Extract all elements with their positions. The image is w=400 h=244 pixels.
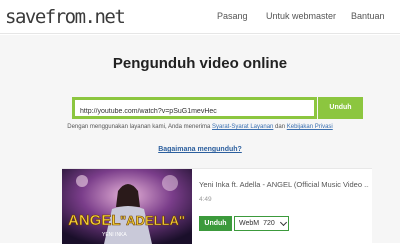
video-duration: 4:49	[199, 196, 212, 203]
logo-text: savefrom.net	[5, 6, 126, 28]
how-to-download-link[interactable]: Bagaimana mengunduh?	[0, 146, 400, 153]
terms-prefix: Dengan menggunakan layanan kami, Anda me…	[67, 124, 212, 130]
chevron-down-icon	[279, 218, 287, 226]
video-title: Yeni Inka ft. Adella - ANGEL (Official M…	[199, 180, 369, 189]
terms-of-service-link[interactable]: Syarat-Syarat Layanan	[212, 124, 273, 130]
logo[interactable]: savefrom.net	[5, 6, 126, 28]
terms-middle: dan	[273, 124, 287, 130]
video-thumbnail: ANGEL "ADELLA" YENI INKA	[62, 169, 192, 244]
page-title: Pengunduh video online	[112, 55, 288, 72]
url-input[interactable]	[75, 103, 314, 120]
thumb-text-angel: ANGEL	[68, 212, 121, 229]
result-download-button[interactable]: Unduh	[199, 216, 232, 231]
format-quality: 720	[263, 220, 275, 227]
nav-help[interactable]: Bantuan	[351, 11, 385, 21]
terms-text: Dengan menggunakan layanan kami, Anda me…	[0, 124, 400, 130]
main-area: Pengunduh video online Unduh Dengan meng…	[0, 35, 400, 244]
thumb-text-adella: "ADELLA"	[120, 213, 185, 228]
nav-install[interactable]: Pasang	[217, 11, 248, 21]
thumb-caption: YENI INKA	[102, 232, 127, 238]
format-type: WebM	[239, 220, 260, 227]
top-navbar: savefrom.net Pasang Untuk webmaster Bant…	[0, 0, 400, 34]
download-button[interactable]: Unduh	[318, 97, 363, 119]
video-result: ANGEL "ADELLA" YENI INKA Yeni Inka ft. A…	[62, 168, 372, 244]
search-box	[72, 97, 317, 120]
thumbnail-image: ANGEL "ADELLA" YENI INKA	[62, 169, 192, 244]
privacy-policy-link[interactable]: Kebijakan Privasi	[287, 124, 333, 130]
format-select[interactable]: WebM 720	[234, 216, 289, 231]
nav-webmaster[interactable]: Untuk webmaster	[266, 11, 336, 21]
